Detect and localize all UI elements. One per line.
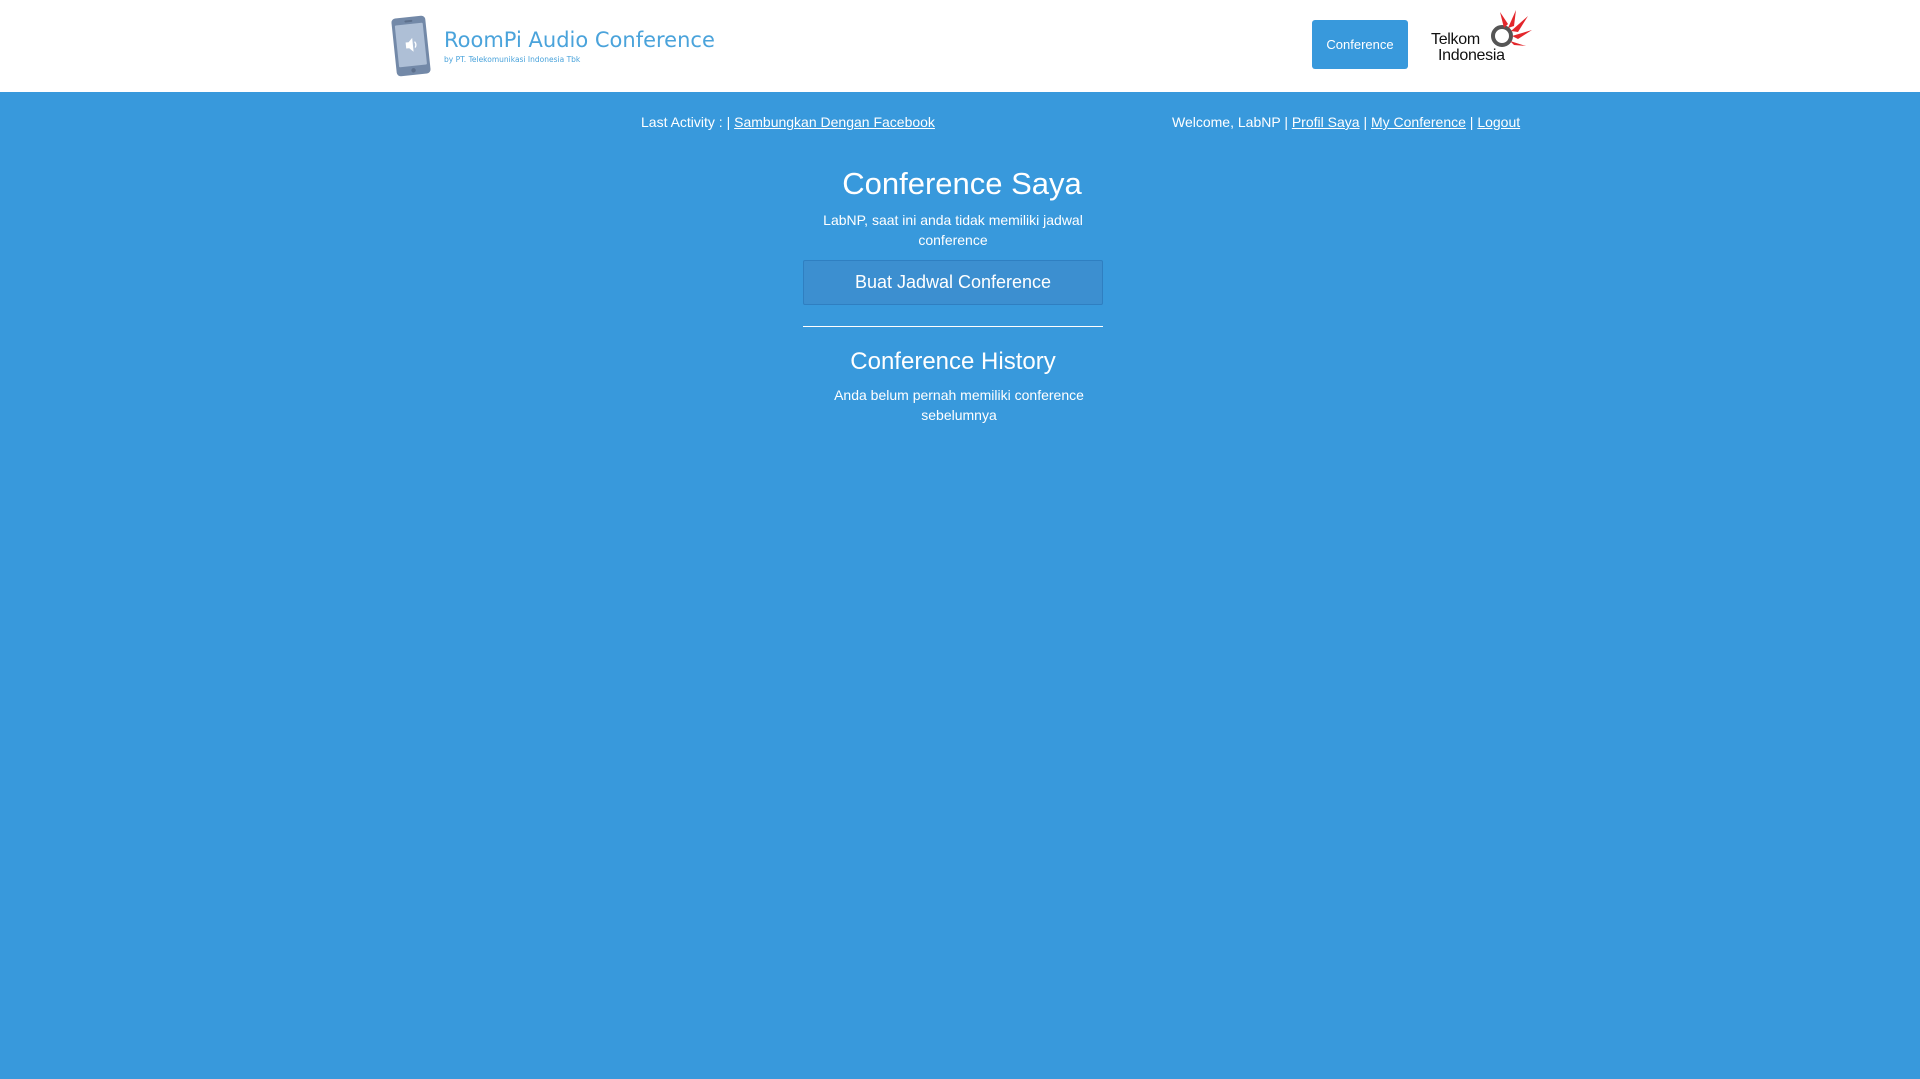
app-subtitle: by PT. Telekomunikasi Indonesia Tbk xyxy=(444,55,581,64)
section-divider xyxy=(803,326,1103,327)
telkom-logo: Telkom Indonesia xyxy=(1431,32,1505,64)
create-schedule-button[interactable]: Buat Jadwal Conference xyxy=(803,260,1103,305)
profile-link[interactable]: Profil Saya xyxy=(1292,114,1360,130)
conference-panel: Conference Saya LabNP, saat ini anda tid… xyxy=(803,164,1103,425)
separator: | xyxy=(1469,114,1474,130)
telkom-logo-line1: Telkom xyxy=(1431,31,1480,48)
history-empty-message: Anda belum pernah memiliki conference se… xyxy=(834,387,1084,423)
site-header: RoomPi Audio Conference by PT. Telekomun… xyxy=(0,0,1920,92)
history-title: Conference History xyxy=(850,348,1056,375)
page-title: Conference Saya xyxy=(842,166,1082,201)
no-schedule-message: LabNP, saat ini anda tidak memiliki jadw… xyxy=(823,212,1083,248)
phone-speaker-icon xyxy=(391,15,431,77)
app-logo[interactable]: RoomPi Audio Conference by PT. Telekomun… xyxy=(388,14,718,78)
my-conference-link[interactable]: My Conference xyxy=(1371,114,1466,130)
last-activity-bar: Last Activity : | Sambungkan Dengan Face… xyxy=(641,114,935,130)
separator: | xyxy=(1363,114,1368,130)
app-title: RoomPi Audio Conference xyxy=(444,28,715,52)
facebook-connect-link[interactable]: Sambungkan Dengan Facebook xyxy=(734,114,935,130)
welcome-text: Welcome, LabNP | xyxy=(1172,114,1288,130)
last-activity-label: Last Activity : | xyxy=(641,114,731,130)
user-menu: Welcome, LabNP | Profil Saya | My Confer… xyxy=(1172,114,1520,130)
telkom-logo-line2: Indonesia xyxy=(1438,47,1505,64)
conference-nav-button[interactable]: Conference xyxy=(1312,20,1408,69)
logout-link[interactable]: Logout xyxy=(1477,114,1520,130)
